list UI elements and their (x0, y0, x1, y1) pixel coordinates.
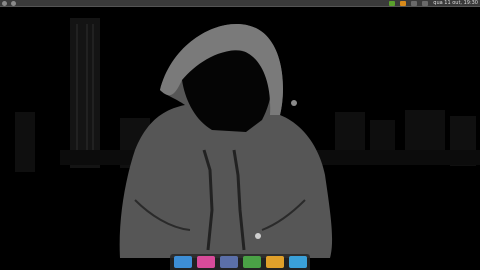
dock (170, 254, 310, 270)
home-icon[interactable] (242, 256, 261, 268)
browser-icon[interactable] (288, 256, 307, 268)
clock[interactable]: qua 11 out, 19:30 (433, 0, 478, 6)
window-list-icon[interactable] (11, 0, 16, 6)
desktop-screen: qua 11 out, 19:30 (0, 0, 480, 270)
top-panel-left (2, 0, 16, 6)
app-menu-icon[interactable] (2, 0, 7, 6)
bluetooth-icon[interactable] (422, 0, 429, 6)
volume-icon[interactable] (411, 0, 418, 6)
network-status-icon[interactable] (389, 0, 396, 6)
system-tray: qua 11 out, 19:30 (389, 0, 478, 6)
wallpaper (0, 0, 480, 270)
settings-icon[interactable] (265, 256, 284, 268)
battery-icon[interactable] (400, 0, 407, 6)
files-icon[interactable] (219, 256, 238, 268)
folder-icon[interactable] (196, 256, 215, 268)
top-panel: qua 11 out, 19:30 (0, 0, 480, 7)
apps-launcher-icon[interactable] (173, 256, 192, 268)
